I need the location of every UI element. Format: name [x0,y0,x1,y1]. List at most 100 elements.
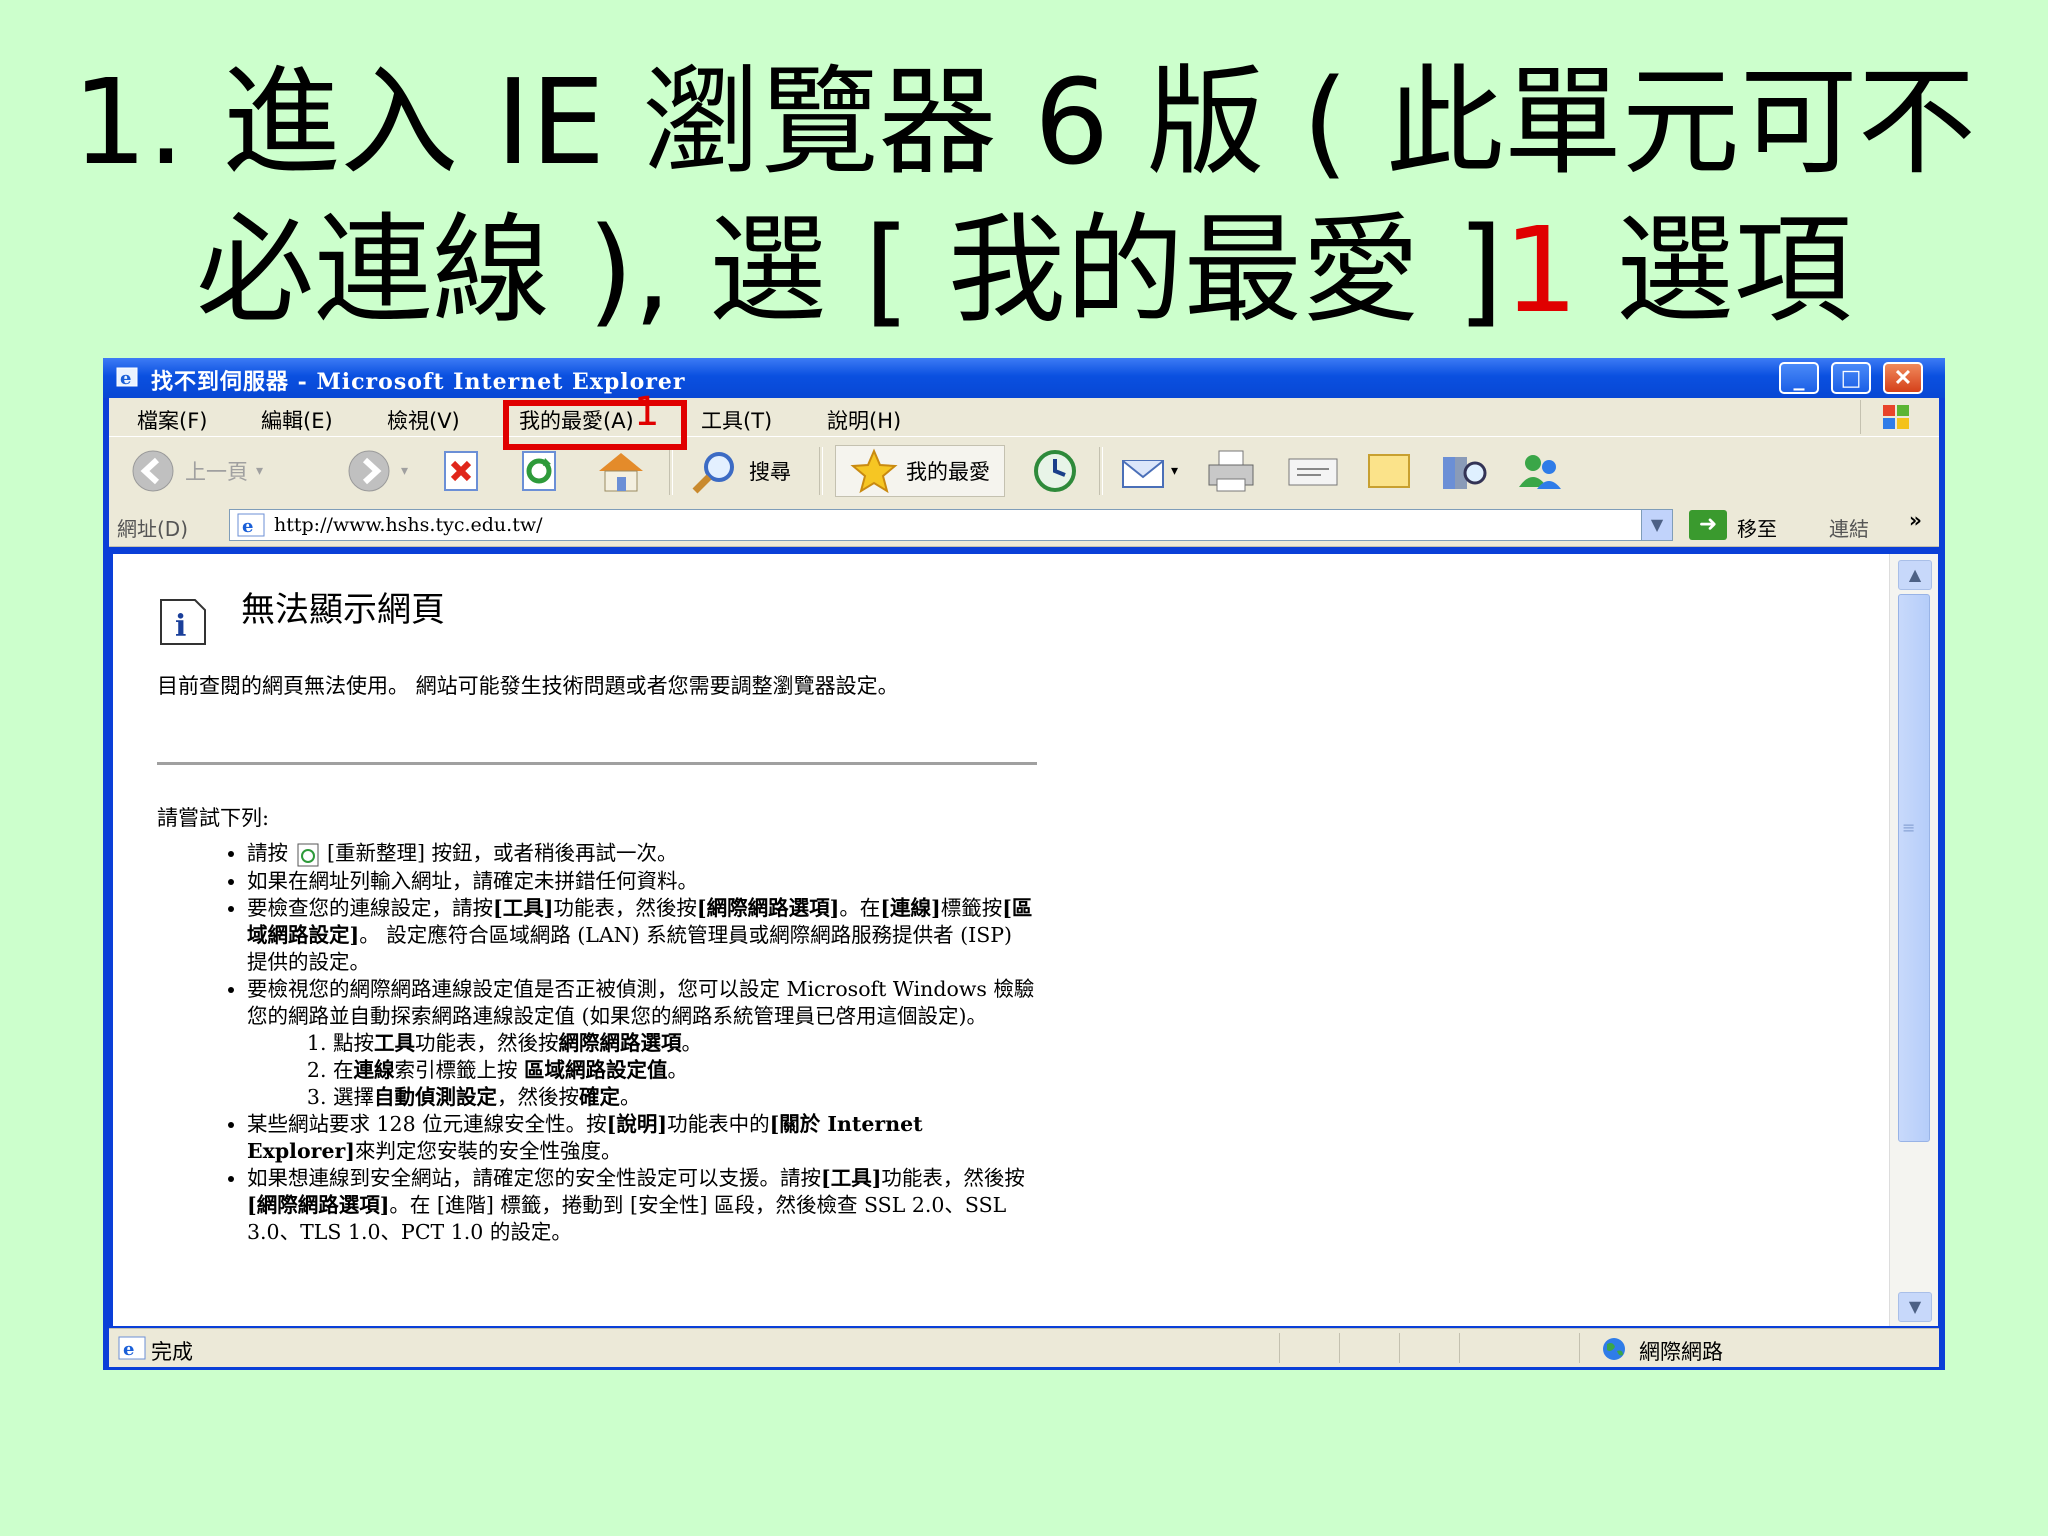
stop-button[interactable] [439,447,485,495]
tip-bold: [工具] [821,1165,882,1190]
scroll-up-icon[interactable]: ▲ [1898,560,1932,590]
tip-text: 要檢視您的網際網路連線設定值是否正被偵測，您可以設定 Microsoft Win… [247,976,1035,1028]
go-arrow-icon[interactable]: ➜ [1689,510,1727,540]
history-button[interactable] [1029,447,1081,495]
back-dropdown-arrow[interactable]: ▾ [256,463,263,479]
mail-dropdown-arrow[interactable]: ▾ [1171,463,1178,479]
page-ie-icon: e [237,513,265,537]
step-text: 。 [667,1057,689,1082]
tip-text: 。 設定應符合區域網路 (LAN) 系統管理員或網際網路服務提供者 (ISP) … [247,922,1013,974]
favorites-button[interactable]: 我的最愛 [835,445,1005,497]
slide-title: 1. 進入 IE 瀏覽器 6 版 ( 此單元可不 必連線 ), 選 [ 我的最愛… [60,48,1988,344]
close-button[interactable]: ✕ [1883,362,1923,394]
address-dropdown-icon[interactable]: ▼ [1641,510,1672,540]
tip-text: 功能表中的 [667,1111,770,1136]
security-zone: 網際網路 [1639,1340,1723,1364]
forward-arrow-icon [348,450,390,492]
step-text: 選擇 [333,1084,374,1109]
windows-flag-icon [1883,405,1909,429]
step-text: 點按 [333,1030,374,1055]
step-bold: 網際網路選項 [558,1030,682,1055]
slide-title-line1: 1. 進入 IE 瀏覽器 6 版 ( 此單元可不 [72,53,1976,191]
links-button[interactable]: 連結 [1829,513,1869,542]
back-label: 上一頁 [185,460,248,484]
address-input[interactable]: e http://www.hshs.tyc.edu.tw/ ▼ [229,509,1673,541]
menu-help[interactable]: 說明(H) [827,405,901,435]
go-button[interactable]: 移至 [1737,513,1777,542]
menu-tools[interactable]: 工具(T) [701,405,772,435]
step-item: 在連線索引標籤上按 區域網路設定值。 [333,1057,1037,1084]
slide-title-line2-suffix: 選項 [1578,201,1852,339]
svg-text:e: e [123,1339,134,1360]
info-icon: i [160,599,206,645]
messenger-button[interactable] [1513,447,1569,495]
try-label: 請嘗試下列: [157,806,270,830]
back-button[interactable]: 上一頁 ▾ [129,447,263,495]
scroll-down-icon[interactable]: ▼ [1898,1292,1932,1322]
refresh-small-icon [297,843,319,866]
forward-dropdown-arrow[interactable]: ▾ [401,463,408,479]
list-item: 要檢視您的網際網路連線設定值是否正被偵測，您可以設定 Microsoft Win… [247,976,1037,1111]
history-icon [1034,450,1076,492]
slide-title-step-number: 1 [1503,201,1579,339]
address-url: http://www.hshs.tyc.edu.tw/ [274,514,543,536]
print-icon [1208,450,1254,492]
step-text: 。 [620,1084,641,1109]
mail-button[interactable]: ▾ [1119,447,1178,495]
maximize-button[interactable]: □ [1831,362,1871,394]
standard-toolbar: 上一頁 ▾ ▾ 搜尋 我的最愛 ▾ [109,436,1939,506]
tip-text: 如果想連線到安全網站，請確定您的安全性設定可以支援。請按 [247,1165,821,1190]
slide-title-line2-text: 必連線 ), 選 [ 我的最愛 ] [196,201,1504,339]
home-button[interactable] [595,447,647,495]
list-item: 如果想連線到安全網站，請確定您的安全性設定可以支援。請按[工具]功能表，然後按 [… [247,1165,1037,1246]
discuss-icon [1368,454,1410,488]
divider [157,762,1037,765]
tip-text: 要檢查您的連線設定，請按 [247,895,493,920]
research-button[interactable] [1439,447,1491,495]
steps-list: 點按工具功能表，然後按網際網路選項。 在連線索引標籤上按 區域網路設定值。 選擇… [247,1030,1037,1111]
minimize-button[interactable]: _ [1779,362,1819,394]
tip-text: 功能表，然後按 [881,1165,1025,1190]
messenger-icon [1519,455,1561,489]
refresh-button[interactable] [517,447,563,495]
step-bold: 自動偵測設定 [374,1084,497,1109]
menu-view[interactable]: 檢視(V) [387,405,460,435]
globe-icon [1603,1338,1625,1360]
favorites-label: 我的最愛 [906,460,990,484]
list-item: 請按 [重新整理] 按鈕，或者稍後再試一次。 [247,840,1037,868]
step-text: 在 [333,1057,354,1082]
menu-edit[interactable]: 編輯(E) [261,405,333,435]
tip-bold: [連線] [880,895,941,920]
discuss-button[interactable] [1365,447,1417,495]
forward-button[interactable]: ▾ [345,447,408,495]
tip-text: 來判定您安裝的安全性強度。 [355,1138,622,1163]
svg-text:e: e [242,516,253,537]
list-item: 要檢查您的連線設定，請按[工具]功能表，然後按[網際網路選項]。在[連線]標籤按… [247,895,1037,976]
home-icon [599,453,643,492]
tip-bold: [網際網路選項] [247,1192,390,1217]
search-icon [692,452,734,494]
research-icon [1443,457,1487,489]
menu-file[interactable]: 檔案(F) [137,405,207,435]
title-bar[interactable]: e 找不到伺服器 - Microsoft Internet Explorer _… [103,358,1945,398]
step-bold: 確定 [579,1084,620,1109]
edit-button[interactable] [1285,447,1341,495]
step-text: 。 [681,1030,703,1055]
vertical-scrollbar[interactable]: ▲ ≡ ▼ [1889,554,1938,1326]
print-button[interactable] [1205,447,1257,495]
windows-logo [1860,400,1931,434]
edit-icon [1288,458,1338,486]
mail-icon [1122,460,1164,488]
tip-text: 功能表，然後按 [553,895,697,920]
scroll-grip-icon: ≡ [1902,818,1916,837]
favorites-star-icon [850,448,898,494]
address-label: 網址(D) [117,517,189,541]
toolbar-more-chevron[interactable]: » [1909,508,1922,532]
search-button[interactable]: 搜尋 [689,447,791,495]
scrollbar-thumb[interactable] [1898,594,1930,1142]
status-ie-icon: e [118,1336,146,1360]
stop-icon [444,451,478,491]
tip-bold: [工具] [493,895,554,920]
list-item: 某些網站要求 128 位元連線安全性。按[說明]功能表中的[關於 Interne… [247,1111,1037,1165]
error-title: 無法顯示網頁 [241,590,445,630]
